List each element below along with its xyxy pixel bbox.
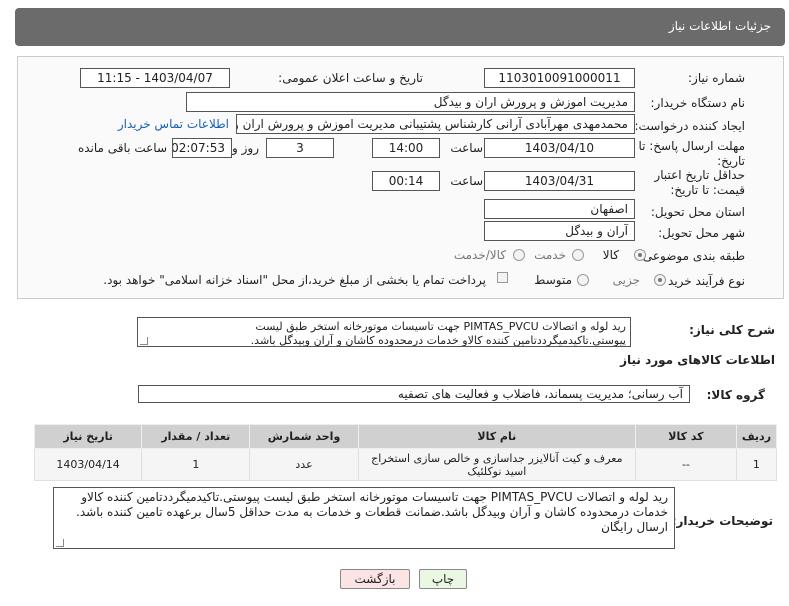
validity-label: حداقل تاریخ اعتبار قیمت: تا تاریخ: xyxy=(654,168,745,197)
category-option-goods: کالا xyxy=(602,248,619,262)
column-header: نام کالا xyxy=(357,424,637,449)
category-radio-both[interactable] xyxy=(513,249,525,261)
buyer-org-label: نام دستگاه خریدار: xyxy=(650,96,746,110)
column-header: ردیف xyxy=(735,424,778,449)
items-section-title: اطلاعات کالاهای مورد نیاز xyxy=(620,353,775,367)
buyer-notes-label: توضیحات خریدار: xyxy=(671,514,773,528)
reply-deadline-label: مهلت ارسال پاسخ: تا تاریخ: xyxy=(638,139,745,168)
treasury-payment-checkbox[interactable] xyxy=(497,272,508,283)
back-button[interactable]: بازگشت xyxy=(340,569,410,589)
goods-group-label: گروه کالا: xyxy=(706,388,765,402)
items-table: ردیف کد کالا نام کالا واحد شمارش تعداد /… xyxy=(33,424,778,481)
remaining-time-field[interactable]: 02:07:53 xyxy=(172,138,232,158)
need-number-field[interactable]: 1103010091000011 xyxy=(484,68,635,88)
summary-textbox[interactable]: رید لوله و اتصالات PIMTAS_PVCU جهت تاسیس… xyxy=(137,317,631,347)
column-header: تعداد / مقدار xyxy=(141,424,251,449)
page-header: جزئیات اطلاعات نیاز xyxy=(15,8,785,46)
process-option-medium: متوسط xyxy=(534,273,572,287)
summary-label: شرح کلی نیاز: xyxy=(689,323,775,337)
unit-cell: عدد xyxy=(249,448,359,481)
buyer-notes-textbox[interactable]: رید لوله و اتصالات PIMTAS_PVCU جهت تاسیس… xyxy=(53,487,675,549)
table-header-row: ردیف کد کالا نام کالا واحد شمارش تعداد /… xyxy=(33,424,778,449)
category-label: طبقه بندی موضوعی: xyxy=(638,249,745,263)
category-radio-goods[interactable] xyxy=(634,249,646,261)
reply-time-field[interactable]: 14:00 xyxy=(372,138,440,158)
table-row[interactable]: 1 -- معرف و کیت آنالایزر جداسازی و خالص … xyxy=(33,448,778,481)
validity-time-field[interactable]: 00:14 xyxy=(372,171,440,191)
creator-label: ایجاد کننده درخواست: xyxy=(634,119,745,133)
item-name-cell: معرف و کیت آنالایزر جداسازی و خالص سازی … xyxy=(357,448,637,481)
category-option-both: کالا/خدمت xyxy=(453,248,506,262)
buyer-contact-link[interactable]: اطلاعات تماس خریدار xyxy=(118,117,229,131)
category-option-service: خدمت xyxy=(534,248,566,262)
reply-time-label: ساعت xyxy=(450,141,483,155)
need-date-cell: 1403/04/14 xyxy=(33,448,143,481)
page-title: جزئیات اطلاعات نیاز xyxy=(668,19,771,33)
days-label: روز و xyxy=(232,141,259,155)
print-button[interactable]: چاپ xyxy=(419,569,467,589)
category-radio-service[interactable] xyxy=(572,249,584,261)
buyer-org-field[interactable]: مدیریت اموزش و پرورش اران و بیدگل xyxy=(186,92,635,112)
process-label: نوع فرآیند خرید : xyxy=(660,274,745,288)
validity-date-field[interactable]: 1403/04/31 xyxy=(484,171,635,191)
resize-handle-icon[interactable] xyxy=(140,337,148,345)
announce-date-field[interactable]: 1403/04/07 - 11:15 xyxy=(80,68,230,88)
reply-date-field[interactable]: 1403/04/10 xyxy=(484,138,635,158)
remaining-time-label: ساعت باقی مانده xyxy=(77,141,167,155)
remaining-days-field[interactable]: 3 xyxy=(266,138,334,158)
item-code-cell: -- xyxy=(635,448,737,481)
row-number-cell: 1 xyxy=(735,448,778,481)
process-radio-medium[interactable] xyxy=(577,274,589,286)
column-header: واحد شمارش xyxy=(249,424,359,449)
validity-time-label: ساعت xyxy=(450,174,483,188)
column-header: کد کالا xyxy=(635,424,737,449)
goods-group-field[interactable]: آب رسانی؛ مدیریت پسماند، فاضلاب و فعالیت… xyxy=(138,385,690,403)
city-label: شهر محل تحویل: xyxy=(658,226,745,240)
process-option-minor: جزیی xyxy=(612,273,640,287)
province-label: استان محل تحویل: xyxy=(650,205,745,219)
city-field[interactable]: آران و بیدگل xyxy=(484,221,635,241)
quantity-cell: 1 xyxy=(141,448,251,481)
resize-handle-icon[interactable] xyxy=(56,539,64,547)
treasury-payment-note: پرداخت تمام یا بخشی از مبلغ خرید،از محل … xyxy=(103,273,486,287)
province-field[interactable]: اصفهان xyxy=(484,199,635,219)
process-radio-minor[interactable] xyxy=(654,274,666,286)
announce-date-label: تاریخ و ساعت اعلان عمومی: xyxy=(278,71,423,85)
column-header: تاریخ نیاز xyxy=(33,424,143,449)
need-number-label: شماره نیاز: xyxy=(688,71,745,85)
creator-field[interactable]: محمدمهدی مهرآبادی آرانی کارشناس پشتیبانی… xyxy=(236,114,635,134)
